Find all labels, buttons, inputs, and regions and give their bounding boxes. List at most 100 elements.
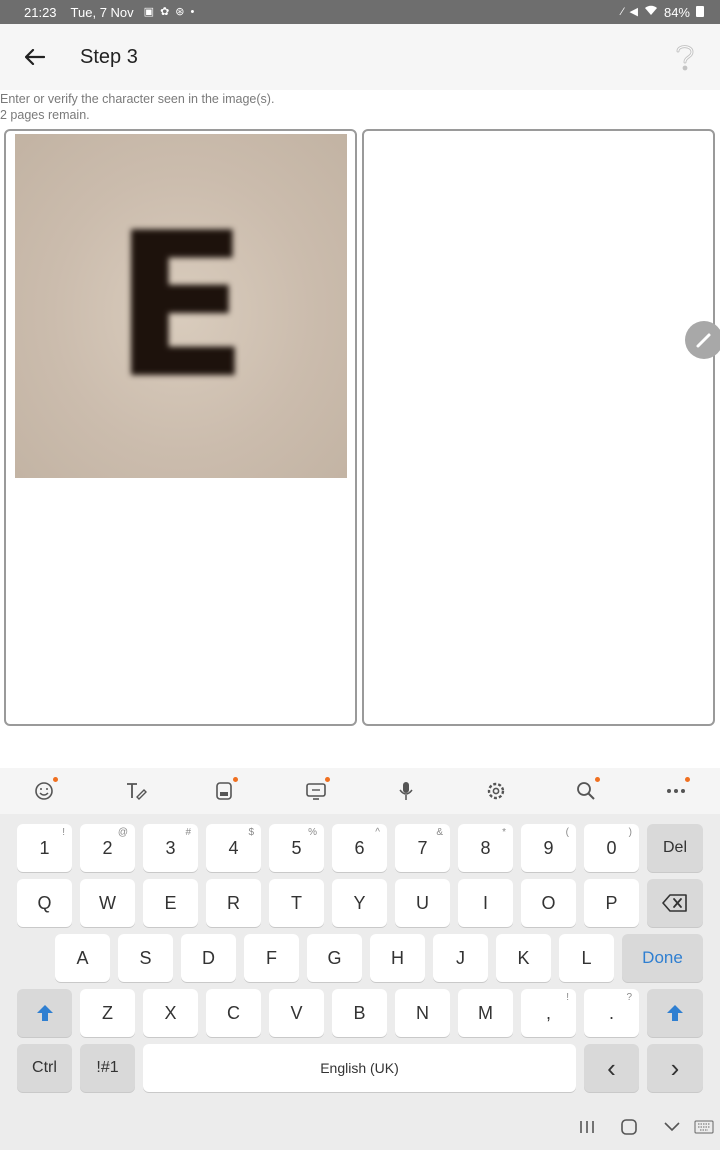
key-h[interactable]: H bbox=[370, 934, 425, 982]
key-m[interactable]: M bbox=[458, 989, 513, 1037]
backspace-icon bbox=[662, 894, 687, 912]
key-i[interactable]: I bbox=[458, 879, 513, 927]
app-bar: Step 3 bbox=[0, 24, 720, 90]
key-comma[interactable]: ,! bbox=[521, 989, 576, 1037]
key-5[interactable]: 5% bbox=[269, 824, 324, 872]
gif-button[interactable] bbox=[302, 777, 330, 805]
shift-key-left[interactable] bbox=[17, 989, 72, 1037]
key-n[interactable]: N bbox=[395, 989, 450, 1037]
settings-icon bbox=[487, 782, 505, 800]
key-k[interactable]: K bbox=[496, 934, 551, 982]
key-v[interactable]: V bbox=[269, 989, 324, 1037]
shift-icon bbox=[36, 1005, 53, 1021]
key-0[interactable]: 0) bbox=[584, 824, 639, 872]
instructions: Enter or verify the character seen in th… bbox=[0, 91, 274, 123]
key-a[interactable]: A bbox=[55, 934, 110, 982]
key-d[interactable]: D bbox=[181, 934, 236, 982]
more-button[interactable] bbox=[662, 777, 690, 805]
nav-bar bbox=[0, 1105, 720, 1150]
shift-icon bbox=[667, 1005, 683, 1021]
keyboard-toolbar bbox=[0, 768, 720, 814]
dot-icon: • bbox=[190, 5, 195, 18]
key-t[interactable]: T bbox=[269, 879, 324, 927]
key-s[interactable]: S bbox=[118, 934, 173, 982]
key-2[interactable]: 2 @ bbox=[80, 824, 135, 872]
key-z[interactable]: Z bbox=[80, 989, 135, 1037]
page-title: Step 3 bbox=[80, 46, 138, 68]
key-e[interactable]: E bbox=[143, 879, 198, 927]
keyboard-icon bbox=[694, 1120, 714, 1134]
key-8[interactable]: 8 * bbox=[458, 824, 513, 872]
image-panel: E bbox=[4, 129, 357, 726]
sticker-button[interactable] bbox=[210, 777, 238, 805]
gallery-icon: ▣ bbox=[143, 5, 155, 18]
key-w[interactable]: W bbox=[80, 879, 135, 927]
key-q[interactable]: Q bbox=[17, 879, 72, 927]
key-f[interactable]: F bbox=[244, 934, 299, 982]
key-u[interactable]: U bbox=[395, 879, 450, 927]
mic-icon bbox=[399, 782, 413, 800]
right-arrow-key[interactable]: › bbox=[647, 1044, 703, 1092]
symbols-key[interactable]: !#1 bbox=[80, 1044, 135, 1092]
key-6[interactable]: 6 ^ bbox=[332, 824, 387, 872]
mic-button[interactable] bbox=[392, 777, 420, 805]
mute-icon: ◀ bbox=[629, 5, 638, 18]
key-j[interactable]: J bbox=[433, 934, 488, 982]
instruction-text: Enter or verify the character seen in th… bbox=[0, 92, 275, 106]
key-period[interactable]: .? bbox=[584, 989, 639, 1037]
character-image: E bbox=[15, 134, 347, 478]
key-p[interactable]: P bbox=[584, 879, 639, 927]
key-4[interactable]: 4 $ bbox=[206, 824, 261, 872]
key-y[interactable]: Y bbox=[332, 879, 387, 927]
key-9[interactable]: 9( bbox=[521, 824, 576, 872]
status-date: Tue, 7 Nov bbox=[70, 4, 134, 20]
pages-remaining: 2 pages remain. bbox=[0, 108, 90, 122]
key-g[interactable]: G bbox=[307, 934, 362, 982]
backspace-key[interactable] bbox=[647, 879, 703, 927]
keyboard: 1! 2 @ 3 # 4 $ 5% 6 ^ 7 & 8 * 9( 0) Del Q W E … bbox=[0, 768, 720, 1150]
emoji-icon bbox=[35, 782, 53, 800]
battery-icon bbox=[696, 5, 704, 20]
key-l[interactable]: L bbox=[559, 934, 614, 982]
key-b[interactable]: B bbox=[332, 989, 387, 1037]
chevron-down-icon bbox=[664, 1122, 680, 1132]
left-arrow-key[interactable]: ‹ bbox=[584, 1044, 639, 1092]
home-icon bbox=[621, 1119, 637, 1135]
key-1[interactable]: 1! bbox=[17, 824, 72, 872]
key-3[interactable]: 3 # bbox=[143, 824, 198, 872]
handwriting-button[interactable] bbox=[122, 777, 150, 805]
help-button[interactable] bbox=[672, 40, 698, 74]
arrow-left-icon bbox=[25, 49, 45, 65]
key-o[interactable]: O bbox=[521, 879, 576, 927]
hide-keyboard-button[interactable] bbox=[660, 1115, 684, 1139]
key-r[interactable]: R bbox=[206, 879, 261, 927]
key-c[interactable]: C bbox=[206, 989, 261, 1037]
search-button[interactable] bbox=[572, 777, 600, 805]
keyboard-switch-button[interactable] bbox=[692, 1115, 716, 1139]
recents-icon bbox=[580, 1121, 594, 1133]
pencil-icon bbox=[696, 333, 711, 348]
back-button[interactable] bbox=[20, 42, 50, 72]
edit-handle[interactable] bbox=[685, 321, 720, 359]
key-7[interactable]: 7 & bbox=[395, 824, 450, 872]
search-icon bbox=[577, 782, 595, 800]
emoji-button[interactable] bbox=[30, 777, 58, 805]
input-panel[interactable] bbox=[362, 129, 715, 726]
gif-icon bbox=[306, 783, 326, 800]
status-bar: 21:23 Tue, 7 Nov ▣ ✿ ⊛ • ⁄ ◀ 84% bbox=[0, 0, 720, 24]
recents-button[interactable] bbox=[575, 1115, 599, 1139]
more-icon bbox=[667, 789, 685, 793]
done-key[interactable]: Done bbox=[622, 934, 703, 982]
ctrl-key[interactable]: Ctrl bbox=[17, 1044, 72, 1092]
home-button[interactable] bbox=[617, 1115, 641, 1139]
shift-key-right[interactable] bbox=[647, 989, 703, 1037]
space-key[interactable]: English (UK) bbox=[143, 1044, 576, 1092]
del-key[interactable]: Del bbox=[647, 824, 703, 872]
settings-icon: ✿ bbox=[160, 5, 170, 18]
key-x[interactable]: X bbox=[143, 989, 198, 1037]
status-time: 21:23 bbox=[24, 4, 57, 20]
pen-icon: ⁄ bbox=[621, 5, 624, 18]
keyboard-settings-button[interactable] bbox=[482, 777, 510, 805]
question-icon bbox=[676, 45, 694, 71]
handwriting-icon bbox=[127, 783, 147, 800]
